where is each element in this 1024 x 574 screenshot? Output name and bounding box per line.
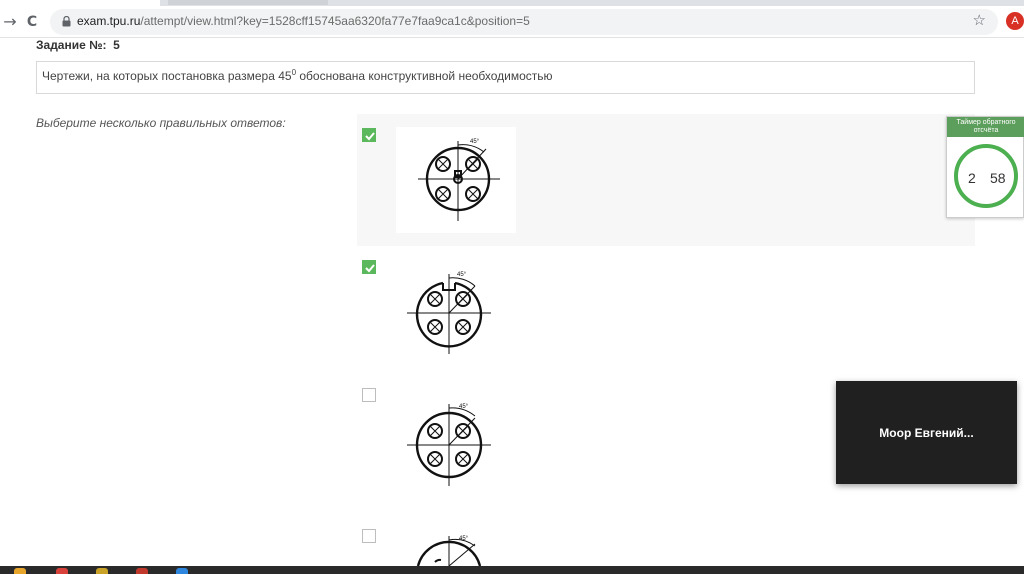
lock-icon <box>62 16 71 27</box>
checkmark-icon <box>365 264 375 273</box>
timer-title: Таймер обратного отсчёта <box>947 117 1024 137</box>
option-3-drawing: 45° <box>407 404 491 486</box>
reload-icon[interactable]: C <box>22 12 42 32</box>
option-4-drawing: 45° <box>416 536 482 566</box>
question-box: Чертежи, на которых постановка размера 4… <box>36 61 975 94</box>
url-path: /attempt/view.html?key=1528cff15745aa632… <box>140 14 530 28</box>
url-host: exam.tpu.ru <box>77 14 141 28</box>
url-text[interactable]: exam.tpu.ru/attempt/view.html?key=1528cf… <box>77 14 530 28</box>
question-text: Чертежи, на которых постановка размера 4… <box>42 68 553 83</box>
timer-seconds: 58 <box>990 170 1006 186</box>
os-taskbar <box>0 566 1024 574</box>
participant-name: Моор Евгений... <box>879 426 974 440</box>
option-1-checkbox[interactable] <box>362 128 376 142</box>
option-1-drawing: 45° <box>418 139 500 221</box>
bookmark-star-icon[interactable]: ☆ <box>973 11 986 29</box>
task-label-text: Задание №: <box>36 38 107 52</box>
timer-minutes: 2 <box>968 170 976 186</box>
address-bar[interactable]: exam.tpu.ru/attempt/view.html?key=1528cf… <box>50 9 998 35</box>
answer-instruction: Выберите несколько правильных ответов: <box>36 116 286 130</box>
inactive-tab[interactable] <box>168 0 328 5</box>
timer-ring <box>954 144 1018 208</box>
timer-title-line-1: Таймер обратного <box>956 119 1016 126</box>
video-participant-tile[interactable]: Моор Евгений... <box>836 381 1017 484</box>
option-1-dimension-label: 45° <box>470 139 480 145</box>
app-icon[interactable] <box>136 568 148 574</box>
app-icon[interactable] <box>96 568 108 574</box>
profile-avatar[interactable]: A <box>1006 12 1024 30</box>
countdown-timer: Таймер обратного отсчёта 2 58 <box>946 116 1024 218</box>
browser-toolbar: → C exam.tpu.ru/attempt/view.html?key=15… <box>0 6 1024 38</box>
forward-arrow-icon[interactable]: → <box>0 12 20 32</box>
option-2-drawing: 45° <box>407 272 491 354</box>
task-number: 5 <box>113 38 120 52</box>
option-3-checkbox[interactable] <box>362 388 376 402</box>
option-4-checkbox[interactable] <box>362 529 376 543</box>
folder-icon[interactable] <box>14 568 26 574</box>
app-icon[interactable] <box>56 568 68 574</box>
question-text-end: обоснована конструктивной необходимостью <box>296 69 553 83</box>
app-icon[interactable] <box>176 568 188 574</box>
checkmark-icon <box>365 132 375 141</box>
option-3-dimension-label: 45° <box>459 404 469 410</box>
option-2-checkbox[interactable] <box>362 260 376 274</box>
option-2-dimension-label: 45° <box>457 272 467 278</box>
question-text-start: Чертежи, на которых постановка размера 4… <box>42 69 292 83</box>
option-4-dimension-label: 45° <box>459 536 469 542</box>
task-number-label: Задание №: 5 <box>36 38 120 52</box>
timer-title-line-2: отсчёта <box>973 127 999 134</box>
